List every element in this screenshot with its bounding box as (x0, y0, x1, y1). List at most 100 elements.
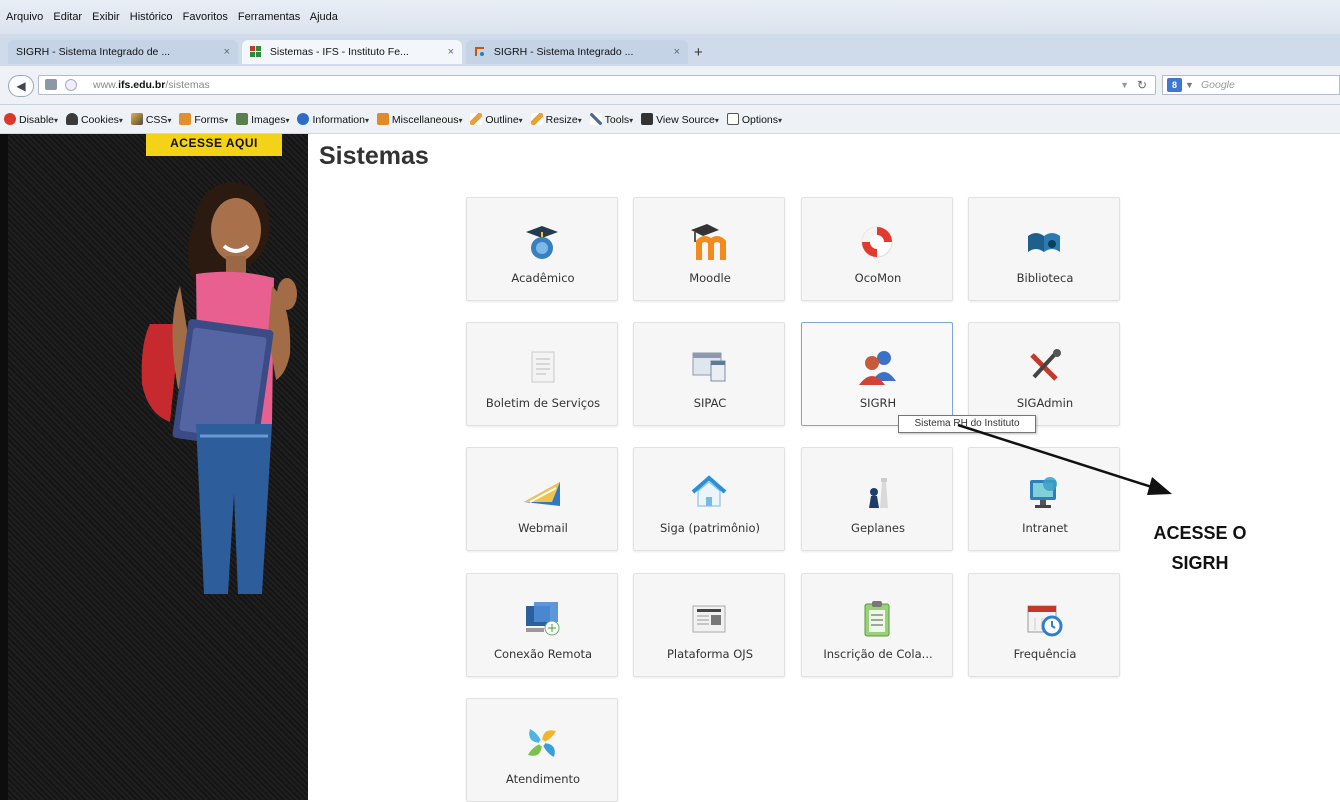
dev-tools-button[interactable]: Tools▾ (589, 113, 633, 126)
images-icon (236, 113, 249, 125)
system-tile-sigrh[interactable]: SIGRH (801, 322, 953, 426)
address-bar[interactable]: www.ifs.edu.br/sistemas ▼ ↻ (38, 75, 1156, 95)
callout-line-1: ACESSE O (1153, 523, 1247, 543)
forms-icon (179, 113, 192, 125)
cookies-icon (65, 113, 78, 125)
back-arrow-icon: ◀ (16, 79, 26, 93)
dev-label: Resize (545, 114, 578, 126)
dev-label: Disable (19, 114, 55, 126)
tile-label: Biblioteca (1016, 271, 1074, 285)
system-tile-webmail[interactable]: Webmail (466, 447, 618, 551)
dev-outline-button[interactable]: Outline▾ (470, 113, 523, 126)
tab-strip: SIGRH - Sistema Integrado de ... × Siste… (0, 34, 1340, 66)
close-icon[interactable]: × (674, 40, 680, 64)
system-tile-sigadmin[interactable]: SIGAdmin (968, 322, 1120, 426)
close-icon[interactable]: × (448, 40, 454, 64)
tile-label: Siga (patrimônio) (659, 521, 760, 535)
calendar-clock-icon (1027, 605, 1063, 637)
menu-historico[interactable]: Histórico (130, 11, 173, 23)
menu-ferramentas[interactable]: Ferramentas (238, 11, 300, 23)
dev-information-button[interactable]: Information▾ (297, 113, 369, 126)
tile-label: Conexão Remota (493, 647, 593, 661)
system-tile-frequencia[interactable]: Frequência (968, 573, 1120, 677)
system-tile-biblioteca[interactable]: Biblioteca (968, 197, 1120, 301)
menu-favoritos[interactable]: Favoritos (183, 11, 228, 23)
options-icon (726, 113, 739, 125)
tile-label: Acadêmico (511, 271, 575, 285)
menu-ajuda[interactable]: Ajuda (310, 11, 338, 23)
tile-label: SIGRH (859, 396, 897, 410)
back-button[interactable]: ◀ (8, 75, 34, 97)
tools-icon (1030, 349, 1061, 381)
home-icon (691, 475, 727, 507)
newspaper-icon (692, 605, 726, 633)
dev-disable-button[interactable]: Disable▾ (4, 113, 58, 126)
system-tile-moodle[interactable]: Moodle (633, 197, 785, 301)
callout-line-2: SIGRH (1171, 553, 1229, 573)
dev-images-button[interactable]: Images▾ (236, 113, 290, 126)
dev-options-button[interactable]: Options▾ (726, 113, 782, 126)
ifs-favicon-icon (250, 46, 262, 58)
system-tile-sipac[interactable]: SIPAC (633, 322, 785, 426)
system-tile-siga[interactable]: Siga (patrimônio) (633, 447, 785, 551)
menu-bar: Arquivo Editar Exibir Histórico Favorito… (0, 0, 1340, 34)
dev-label: Images (251, 114, 286, 126)
promo-banner[interactable]: ACESSE AQUI (0, 134, 308, 800)
system-tile-atendimento[interactable]: Atendimento (466, 698, 618, 802)
miscellaneous-icon (376, 113, 389, 125)
dev-label: Outline (485, 114, 519, 126)
student-photo (141, 182, 297, 594)
pinwheel-icon (528, 729, 556, 757)
dropdown-icon[interactable]: ▼ (1185, 76, 1194, 94)
css-icon (130, 113, 143, 125)
dev-view-source-button[interactable]: View Source▾ (641, 113, 719, 126)
search-input[interactable]: 8 ▼ Google (1162, 75, 1340, 95)
chess-icon (869, 478, 888, 508)
view-source-icon (641, 113, 654, 125)
tile-label: OcoMon (854, 271, 902, 285)
system-tile-conexao-remota[interactable]: Conexão Remota (466, 573, 618, 677)
system-tile-ocomon[interactable]: OcoMon (801, 197, 953, 301)
dev-resize-button[interactable]: Resize▾ (530, 113, 582, 126)
tab-sistemas[interactable]: Sistemas - IFS - Instituto Fe... × (242, 40, 462, 64)
system-tile-academico[interactable]: Acadêmico (466, 197, 618, 301)
new-tab-button[interactable]: + (694, 44, 703, 61)
dev-label: Information (312, 114, 365, 126)
tab-label: SIGRH - Sistema Integrado ... (493, 46, 634, 58)
url-host: ifs.edu.br (118, 79, 166, 91)
annotation-callout: ACESSE O SIGRH (1130, 518, 1270, 578)
tile-label: Webmail (518, 521, 568, 535)
reload-icon[interactable]: ↻ (1137, 76, 1147, 94)
menu-editar[interactable]: Editar (53, 11, 82, 23)
system-tile-geplanes[interactable]: Geplanes (801, 447, 953, 551)
tile-label: Atendimento (505, 772, 581, 786)
dev-cookies-button[interactable]: Cookies▾ (65, 113, 123, 126)
mail-icon (524, 482, 560, 506)
system-tile-boletim[interactable]: Boletim de Serviços (466, 322, 618, 426)
dev-label: Options (741, 114, 778, 126)
dev-forms-button[interactable]: Forms▾ (179, 113, 228, 126)
dropdown-icon[interactable]: ▼ (1120, 76, 1129, 94)
system-tile-inscricao[interactable]: Inscrição de Cola... (801, 573, 953, 677)
google-search-icon[interactable]: 8 (1167, 78, 1182, 92)
menu-arquivo[interactable]: Arquivo (6, 11, 43, 23)
system-tile-intranet[interactable]: Intranet (968, 447, 1120, 551)
tab-sigrh-1[interactable]: SIGRH - Sistema Integrado de ... × (8, 40, 238, 64)
document-icon (531, 351, 555, 383)
sigrh-tooltip: Sistema RH do Instituto (898, 415, 1036, 433)
menu-exibir[interactable]: Exibir (92, 11, 120, 23)
globe-icon (65, 79, 77, 91)
search-placeholder: Google (1201, 79, 1235, 91)
tab-sigrh-2[interactable]: SIGRH - Sistema Integrado ... × (466, 40, 688, 64)
disable-icon (4, 113, 16, 125)
page-icon (45, 79, 57, 90)
acesse-aqui-button[interactable]: ACESSE AQUI (146, 134, 282, 156)
dev-css-button[interactable]: CSS▾ (130, 113, 171, 126)
dev-label: CSS (145, 114, 168, 126)
close-icon[interactable]: × (224, 40, 230, 64)
outline-pencil-icon (470, 113, 483, 125)
dev-miscellaneous-button[interactable]: Miscellaneous▾ (376, 113, 462, 126)
dev-label: Cookies (80, 114, 119, 126)
monitor-icon (1030, 477, 1057, 508)
system-tile-ojs[interactable]: Plataforma OJS (633, 573, 785, 677)
